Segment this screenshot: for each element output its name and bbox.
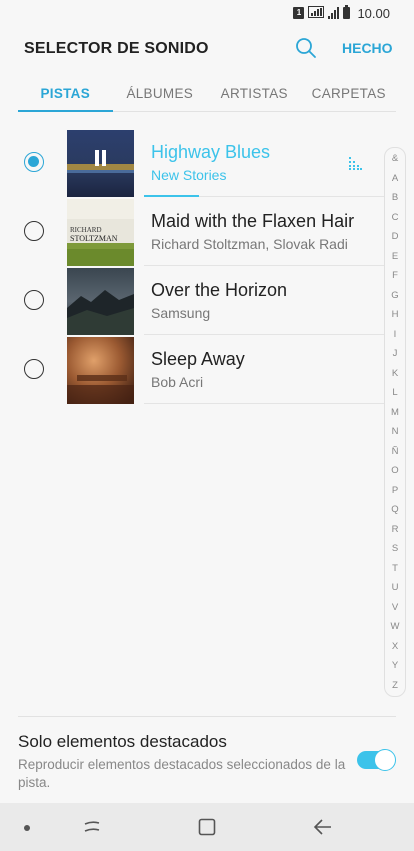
index-letter[interactable]: B bbox=[392, 193, 398, 203]
index-letter[interactable]: F bbox=[392, 271, 398, 281]
radio-button-selected[interactable] bbox=[24, 152, 44, 172]
index-letter[interactable]: K bbox=[392, 368, 398, 379]
album-art[interactable]: RICHARD STOLTZMAN bbox=[67, 199, 134, 266]
highlights-setting-description: Reproducir elementos destacados seleccio… bbox=[18, 757, 346, 790]
back-icon[interactable] bbox=[312, 817, 334, 837]
row-divider bbox=[144, 403, 384, 404]
index-letter[interactable]: V bbox=[392, 602, 398, 613]
index-letter[interactable]: N bbox=[392, 427, 399, 437]
track-row-highway-blues[interactable]: Highway Blues New Stories bbox=[0, 128, 384, 197]
radio-button[interactable] bbox=[24, 290, 44, 310]
index-letter[interactable]: C bbox=[392, 212, 399, 223]
navigation-bar bbox=[0, 803, 414, 851]
clock: 10.00 bbox=[357, 5, 390, 21]
track-list: Highway Blues New Stories RICHARD STOLTZ… bbox=[0, 128, 384, 404]
search-button[interactable] bbox=[294, 36, 318, 60]
wifi-icon bbox=[308, 5, 325, 21]
done-button[interactable]: HECHO bbox=[342, 40, 393, 56]
recent-apps-icon[interactable] bbox=[82, 817, 102, 837]
art-text-1: RICHARD bbox=[70, 226, 102, 234]
index-letter[interactable]: P bbox=[392, 485, 398, 496]
battery-icon bbox=[343, 5, 351, 19]
album-art[interactable] bbox=[67, 130, 134, 197]
track-artist: Bob Acri bbox=[151, 374, 204, 390]
page-title: SELECTOR DE SONIDO bbox=[24, 40, 209, 57]
track-artist: Richard Stoltzman, Slovak Radi bbox=[151, 236, 348, 252]
index-letter[interactable]: J bbox=[393, 349, 398, 359]
equalizer-icon bbox=[349, 157, 362, 170]
index-letter[interactable]: R bbox=[392, 524, 399, 535]
index-letter[interactable]: Q bbox=[391, 505, 398, 515]
index-letter[interactable]: X bbox=[392, 641, 398, 652]
index-letter[interactable]: I bbox=[394, 329, 397, 340]
index-letter[interactable]: D bbox=[392, 232, 399, 242]
dot-icon[interactable] bbox=[24, 825, 30, 831]
app-bar: SELECTOR DE SONIDO HECHO bbox=[0, 30, 414, 68]
index-letter[interactable]: M bbox=[391, 407, 399, 418]
track-title: Sleep Away bbox=[151, 349, 245, 369]
tab-pistas[interactable]: PISTAS bbox=[18, 80, 113, 112]
index-letter[interactable]: H bbox=[392, 310, 399, 320]
art-text-2: STOLTZMAN bbox=[70, 234, 118, 243]
tab-albumes[interactable]: ÁLBUMES bbox=[113, 80, 208, 111]
index-letter[interactable]: U bbox=[392, 583, 399, 593]
index-letter[interactable]: Ñ bbox=[392, 446, 399, 457]
index-letter[interactable]: G bbox=[391, 290, 398, 301]
index-letter[interactable]: E bbox=[392, 251, 398, 262]
index-letter[interactable]: Z bbox=[392, 680, 398, 691]
album-art[interactable] bbox=[67, 268, 134, 335]
track-row-maid-with-the-flaxen-hair[interactable]: RICHARD STOLTZMAN Maid with the Flaxen H… bbox=[0, 197, 384, 266]
status-bar: 1 10.00 bbox=[0, 0, 414, 26]
album-art[interactable] bbox=[67, 337, 134, 404]
track-row-sleep-away[interactable]: Sleep Away Bob Acri bbox=[0, 335, 384, 404]
index-letter[interactable]: & bbox=[392, 154, 398, 164]
alphabet-index-scroller[interactable]: & A B C D E F G H I J K L M N Ñ O P Q R S T U V W X Y Z bbox=[384, 147, 406, 697]
home-icon[interactable] bbox=[197, 817, 217, 837]
index-letter[interactable]: O bbox=[391, 466, 398, 476]
index-letter[interactable]: L bbox=[392, 388, 397, 398]
track-artist: Samsung bbox=[151, 305, 211, 321]
tab-artistas[interactable]: ARTISTAS bbox=[207, 80, 302, 111]
toggle-knob bbox=[374, 749, 396, 771]
radio-button[interactable] bbox=[24, 359, 44, 379]
tab-carpetas[interactable]: CARPETAS bbox=[302, 80, 397, 111]
index-letter[interactable]: A bbox=[392, 173, 398, 184]
section-divider bbox=[18, 716, 396, 717]
index-letter[interactable]: S bbox=[392, 544, 398, 554]
tab-bar: PISTAS ÁLBUMES ARTISTAS CARPETAS bbox=[18, 80, 396, 112]
index-letter[interactable]: Y bbox=[392, 661, 398, 671]
track-row-over-the-horizon[interactable]: Over the Horizon Samsung bbox=[0, 266, 384, 335]
pause-icon bbox=[95, 150, 99, 166]
radio-button[interactable] bbox=[24, 221, 44, 241]
highlights-toggle[interactable] bbox=[357, 749, 396, 771]
track-title: Over the Horizon bbox=[151, 280, 288, 300]
index-letter[interactable]: T bbox=[392, 563, 398, 574]
sim-icon: 1 bbox=[293, 7, 305, 19]
track-title: Maid with the Flaxen Hair bbox=[151, 211, 355, 231]
signal-icon bbox=[328, 7, 340, 19]
search-icon bbox=[296, 38, 316, 58]
highlights-setting-title: Solo elementos destacados bbox=[18, 732, 227, 751]
index-letter[interactable]: W bbox=[391, 622, 400, 632]
